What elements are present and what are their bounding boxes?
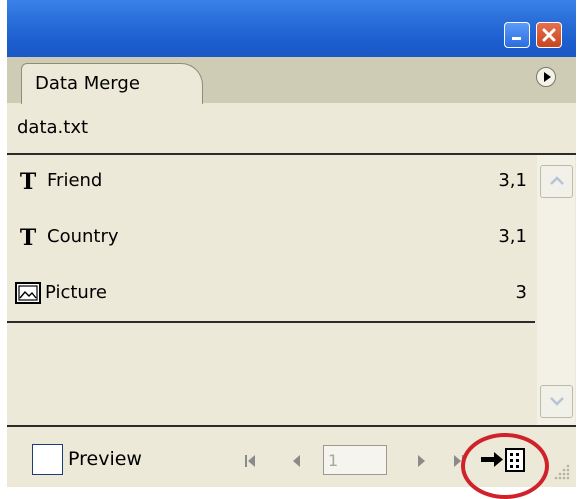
data-merge-window: Data Merge data.txt T Friend 3,1 T Count… bbox=[7, 0, 576, 499]
list-item-friend[interactable]: T Friend 3,1 bbox=[7, 155, 535, 211]
close-button[interactable] bbox=[536, 22, 562, 48]
field-value: 3,1 bbox=[498, 226, 527, 247]
panel-menu-button[interactable] bbox=[536, 67, 556, 87]
data-source-name: data.txt bbox=[17, 117, 89, 138]
chevron-down-icon bbox=[550, 397, 564, 406]
field-name: Country bbox=[47, 226, 119, 247]
scroll-up-button[interactable] bbox=[540, 165, 573, 198]
preview-checkbox[interactable] bbox=[32, 444, 63, 475]
list-item-country[interactable]: T Country 3,1 bbox=[7, 211, 535, 267]
title-bar bbox=[7, 0, 576, 58]
play-arrow-icon bbox=[544, 72, 551, 82]
text-field-icon: T bbox=[19, 225, 37, 251]
tab-label: Data Merge bbox=[35, 73, 140, 94]
footer-bar: Preview 1 bbox=[7, 427, 576, 499]
field-value: 3 bbox=[515, 282, 527, 303]
field-list: T Friend 3,1 T Country 3,1 Picture 3 bbox=[7, 155, 535, 425]
next-record-icon[interactable] bbox=[417, 455, 427, 467]
vertical-scrollbar[interactable] bbox=[537, 155, 575, 425]
field-name: Friend bbox=[47, 170, 103, 191]
resize-grip-icon[interactable] bbox=[553, 463, 571, 481]
first-record-icon[interactable] bbox=[244, 455, 256, 467]
field-name: Picture bbox=[45, 282, 107, 303]
close-icon bbox=[542, 28, 556, 42]
image-field-icon bbox=[15, 281, 41, 307]
tab-data-merge[interactable]: Data Merge bbox=[21, 63, 203, 104]
minimize-button[interactable] bbox=[504, 22, 530, 48]
list-divider bbox=[7, 321, 535, 323]
highlight-circle bbox=[461, 433, 549, 499]
field-value: 3,1 bbox=[498, 170, 527, 191]
previous-record-icon[interactable] bbox=[291, 455, 301, 467]
preview-label: Preview bbox=[68, 448, 142, 470]
list-item-picture[interactable]: Picture 3 bbox=[7, 267, 535, 323]
tab-row: Data Merge bbox=[7, 57, 576, 104]
chevron-up-icon bbox=[550, 176, 564, 185]
record-number-field[interactable]: 1 bbox=[323, 445, 387, 475]
scroll-down-button[interactable] bbox=[540, 385, 573, 418]
text-field-icon: T bbox=[19, 169, 37, 195]
